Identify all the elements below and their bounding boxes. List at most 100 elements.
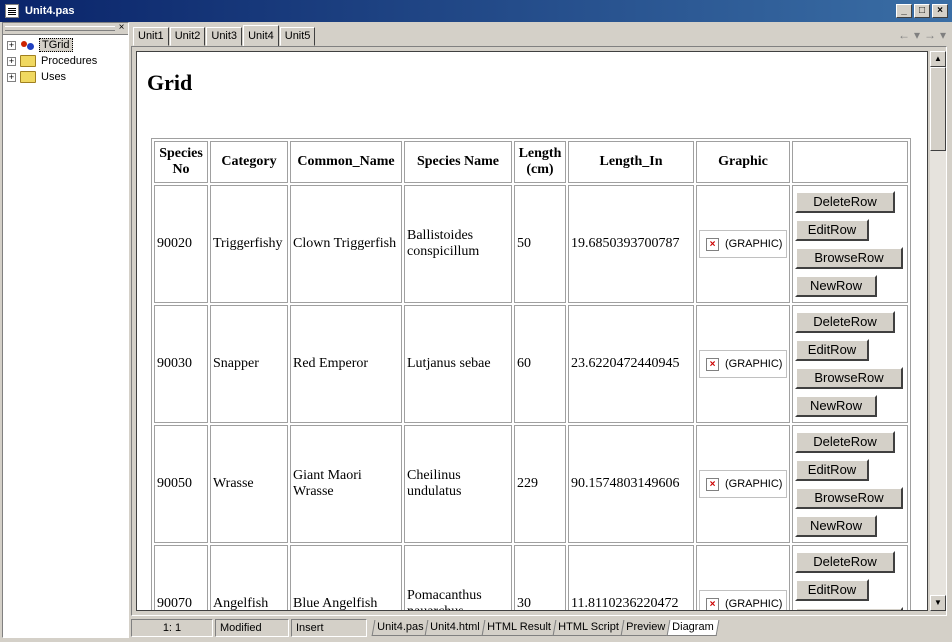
- cell-length-cm: 30: [514, 545, 566, 610]
- folder-icon: [20, 71, 36, 83]
- expand-icon[interactable]: +: [7, 56, 16, 66]
- tab-unit4[interactable]: Unit4: [243, 25, 279, 47]
- table-header-row: Species No Category Common_Name Species …: [154, 141, 908, 183]
- page-title: Grid: [147, 70, 193, 95]
- scroll-up-icon[interactable]: ▲: [930, 51, 946, 67]
- data-grid: Species No Category Common_Name Species …: [151, 138, 911, 610]
- delete-row-button[interactable]: DeleteRow: [795, 431, 895, 453]
- expand-icon[interactable]: +: [7, 40, 16, 50]
- back-arrow-icon[interactable]: ←: [898, 28, 910, 42]
- edit-row-button[interactable]: EditRow: [795, 579, 869, 601]
- nav-arrows: ← ▾ → ▾: [898, 28, 946, 42]
- tree-item-procedures[interactable]: + Procedures: [7, 53, 128, 69]
- editor-frame: Grid Species No Category Common_Name Spe…: [131, 46, 947, 616]
- cell-length-in: 23.6220472440945: [568, 305, 694, 423]
- browse-row-button[interactable]: BrowseRow: [795, 247, 903, 269]
- column-header: [792, 141, 908, 183]
- graphic-label: (GRAPHIC): [725, 478, 783, 490]
- new-row-button[interactable]: NewRow: [795, 395, 877, 417]
- cell-species-name: Pomacanthus nauarchus: [404, 545, 512, 610]
- tree-item-uses[interactable]: + Uses: [7, 69, 128, 85]
- tab-preview[interactable]: Preview: [620, 620, 671, 636]
- scroll-thumb[interactable]: [930, 67, 946, 151]
- tab-unit1[interactable]: Unit1: [133, 27, 169, 46]
- cell-graphic: × (GRAPHIC): [696, 545, 790, 610]
- modified-status: Modified: [215, 619, 289, 637]
- column-header: Species Name: [404, 141, 512, 183]
- graphic-placeholder: × (GRAPHIC): [699, 230, 787, 258]
- edit-row-button[interactable]: EditRow: [795, 459, 869, 481]
- minimize-button[interactable]: _: [896, 4, 912, 18]
- cell-common-name: Blue Angelfish: [290, 545, 402, 610]
- tab-unit3[interactable]: Unit3: [206, 27, 243, 46]
- tab-unit4-pas[interactable]: Unit4.pas: [371, 620, 429, 636]
- tab-html-result[interactable]: HTML Result: [481, 620, 557, 636]
- edit-row-button[interactable]: EditRow: [795, 219, 869, 241]
- tab-label: Diagram: [671, 621, 714, 633]
- html-result-view: Grid Species No Category Common_Name Spe…: [136, 51, 928, 611]
- status-bar: 1: 1 Modified Insert Unit4.pas Unit4.htm…: [131, 618, 950, 638]
- tab-html-script[interactable]: HTML Script: [552, 620, 624, 636]
- back-dropdown-icon[interactable]: ▾: [914, 28, 920, 42]
- delete-row-button[interactable]: DeleteRow: [795, 311, 895, 333]
- cell-category: Snapper: [210, 305, 288, 423]
- tree-item-label[interactable]: Procedures: [39, 55, 99, 67]
- table-row: 90030 Snapper Red Emperor Lutjanus sebae…: [154, 305, 908, 423]
- tree-item-label[interactable]: TGrid: [39, 38, 73, 52]
- explorer-header: ×: [3, 23, 128, 35]
- table-row: 90050 Wrasse Giant Maori Wrasse Cheilinu…: [154, 425, 908, 543]
- graphic-placeholder: × (GRAPHIC): [699, 470, 787, 498]
- delete-row-button[interactable]: DeleteRow: [795, 191, 895, 213]
- tree-item-tgrid[interactable]: + TGrid: [7, 37, 128, 53]
- maximize-button[interactable]: □: [914, 4, 930, 18]
- cell-length-cm: 60: [514, 305, 566, 423]
- graphic-label: (GRAPHIC): [725, 238, 783, 250]
- scroll-down-icon[interactable]: ▼: [930, 595, 946, 611]
- table-row: 90070 Angelfish Blue Angelfish Pomacanth…: [154, 545, 908, 610]
- edit-row-button[interactable]: EditRow: [795, 339, 869, 361]
- vertical-scrollbar[interactable]: ▲ ▼: [930, 51, 946, 611]
- cell-common-name: Red Emperor: [290, 305, 402, 423]
- tab-label: Preview: [625, 621, 665, 633]
- forward-dropdown-icon[interactable]: ▾: [940, 28, 946, 42]
- cell-length-in: 11.8110236220472: [568, 545, 694, 610]
- new-row-button[interactable]: NewRow: [795, 515, 877, 537]
- broken-image-icon: ×: [706, 597, 719, 610]
- explorer-grip[interactable]: [5, 26, 115, 31]
- column-header: Species No: [154, 141, 208, 183]
- tab-unit2[interactable]: Unit2: [169, 27, 206, 46]
- tab-label: Unit4.pas: [377, 621, 424, 633]
- tab-diagram[interactable]: Diagram: [666, 620, 719, 636]
- cell-length-cm: 50: [514, 185, 566, 303]
- tab-unit5[interactable]: Unit5: [279, 27, 316, 46]
- column-header: Graphic: [696, 141, 790, 183]
- cell-category: Wrasse: [210, 425, 288, 543]
- close-button[interactable]: ×: [932, 4, 948, 18]
- delete-row-button[interactable]: DeleteRow: [795, 551, 895, 573]
- insert-mode: Insert: [291, 619, 367, 637]
- code-explorer: × + TGrid + Procedures + Uses: [2, 22, 129, 638]
- cell-species-no: 90050: [154, 425, 208, 543]
- broken-image-icon: ×: [706, 477, 719, 491]
- tree-item-label[interactable]: Uses: [39, 71, 68, 83]
- tab-label: Unit4.html: [430, 621, 481, 633]
- cell-common-name: Clown Triggerfish: [290, 185, 402, 303]
- new-row-button[interactable]: NewRow: [795, 275, 877, 297]
- cell-actions: DeleteRow EditRow BrowseRow NewRow: [792, 185, 908, 303]
- browse-row-button[interactable]: BrowseRow: [795, 607, 903, 610]
- cell-species-no: 90070: [154, 545, 208, 610]
- cell-species-name: Lutjanus sebae: [404, 305, 512, 423]
- forward-arrow-icon[interactable]: →: [924, 28, 936, 42]
- tab-label: HTML Result: [487, 621, 551, 633]
- cell-graphic: × (GRAPHIC): [696, 305, 790, 423]
- browse-row-button[interactable]: BrowseRow: [795, 367, 903, 389]
- expand-icon[interactable]: +: [7, 72, 16, 82]
- tab-unit4-html[interactable]: Unit4.html: [425, 620, 486, 636]
- cell-species-no: 90030: [154, 305, 208, 423]
- explorer-close-icon[interactable]: ×: [116, 23, 127, 34]
- folder-icon: [20, 55, 36, 67]
- cell-length-cm: 229: [514, 425, 566, 543]
- cell-species-no: 90020: [154, 185, 208, 303]
- cell-actions: DeleteRow EditRow BrowseRow NewRow: [792, 425, 908, 543]
- browse-row-button[interactable]: BrowseRow: [795, 487, 903, 509]
